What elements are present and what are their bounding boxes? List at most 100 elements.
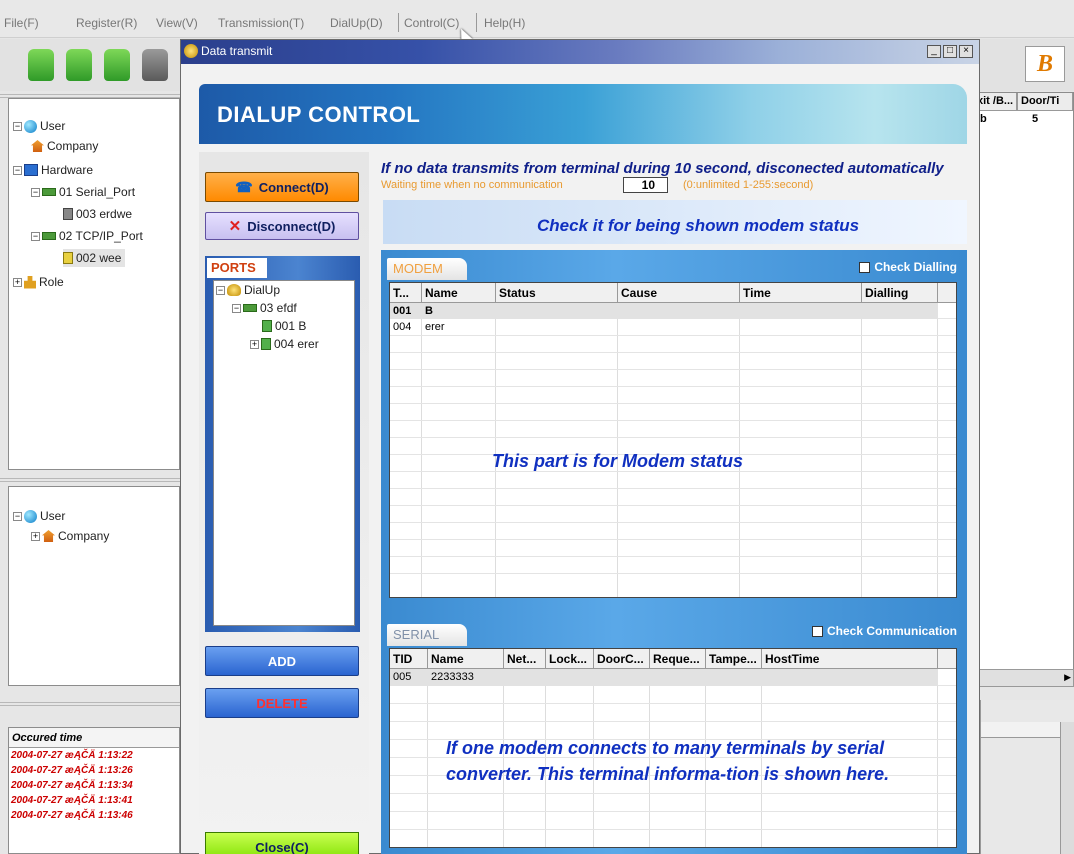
- wait-time-label: Waiting time when no communication: [381, 179, 563, 191]
- column-header[interactable]: T...: [390, 283, 422, 303]
- user-add-icon[interactable]: [28, 49, 54, 81]
- tree-item-terminal[interactable]: 003 erdwe: [63, 205, 132, 223]
- tree-item-terminal-selected[interactable]: 002 wee: [63, 249, 126, 267]
- collapse-icon[interactable]: −: [232, 303, 241, 313]
- expand-icon[interactable]: +: [13, 277, 22, 287]
- column-header[interactable]: DoorC...: [594, 649, 650, 669]
- table-row-selected[interactable]: [390, 303, 938, 319]
- ports-panel: PORTS − DialUp −03 efdf 001 B +004 erer: [205, 256, 360, 632]
- terminal-icon: [262, 320, 272, 332]
- column-header[interactable]: Time: [740, 283, 862, 303]
- tree-item-user[interactable]: − User: [13, 507, 65, 525]
- house-icon: [31, 140, 44, 152]
- tree-label: Role: [39, 275, 64, 289]
- check-communication-checkbox[interactable]: Check Communication: [811, 624, 957, 638]
- tree-item-tcpip-port[interactable]: − 02 TCP/IP_Port: [31, 227, 143, 245]
- grid-line: [861, 303, 862, 597]
- dialog-title: Data transmit: [201, 44, 273, 58]
- tree-label: Hardware: [41, 163, 94, 177]
- column-header[interactable]: TID: [390, 649, 428, 669]
- event-log: Occured time 2004-07-27 æĄČÄ 1:13:22 200…: [8, 727, 180, 854]
- menu-register[interactable]: Register(R): [76, 16, 137, 30]
- tree-item-company[interactable]: Company: [31, 137, 98, 155]
- delete-button[interactable]: DELETE: [205, 688, 359, 718]
- column-header[interactable]: Reque...: [650, 649, 706, 669]
- checkbox-icon[interactable]: [811, 625, 823, 637]
- close-icon[interactable]: ×: [959, 45, 973, 58]
- brand-logo: B: [1025, 46, 1065, 82]
- menu-transmission[interactable]: Transmission(T): [218, 16, 304, 30]
- splitter-grip[interactable]: [0, 476, 180, 484]
- tree-item-terminal[interactable]: 001 B: [262, 317, 306, 335]
- column-header[interactable]: Cause: [618, 283, 740, 303]
- checkbox-icon[interactable]: [859, 261, 871, 273]
- column-header: [938, 283, 956, 303]
- collapse-icon[interactable]: −: [31, 231, 40, 241]
- tree-label: 001 B: [275, 319, 307, 333]
- tree-label: 02 TCP/IP_Port: [59, 229, 143, 243]
- close-button[interactable]: Close(C): [205, 832, 359, 854]
- tree-item-user[interactable]: − User: [13, 117, 65, 135]
- column-header[interactable]: Tampe...: [706, 649, 762, 669]
- add-button[interactable]: ADD: [205, 646, 359, 676]
- splitter-grip[interactable]: [0, 700, 180, 714]
- column-header[interactable]: Dialling: [862, 283, 938, 303]
- collapse-icon[interactable]: −: [13, 165, 22, 175]
- menu-control[interactable]: Control(C): [404, 16, 459, 30]
- column-header[interactable]: Net...: [504, 649, 546, 669]
- menu-dialup[interactable]: DialUp(D): [330, 16, 383, 30]
- modem-status-hint: Check it for being shown modem status: [383, 200, 967, 244]
- wait-time-input[interactable]: 10: [623, 177, 668, 193]
- menu-help[interactable]: Help(H): [484, 16, 525, 30]
- grid-line: [390, 505, 956, 506]
- menu-view[interactable]: View(V): [156, 16, 198, 30]
- disconnect-button[interactable]: ✕ Disconnect(D): [205, 212, 359, 240]
- grid-line: [390, 829, 956, 830]
- maximize-icon[interactable]: □: [943, 45, 957, 58]
- grid-line: [390, 522, 956, 523]
- vertical-scrollbar[interactable]: [1060, 722, 1074, 854]
- collapse-icon[interactable]: −: [13, 511, 22, 521]
- column-header[interactable]: Door/Ti: [1017, 93, 1073, 111]
- minimize-icon[interactable]: _: [927, 45, 941, 58]
- tree-item-company[interactable]: + Company: [31, 527, 109, 545]
- collapse-icon[interactable]: −: [216, 285, 225, 295]
- tree-item-role[interactable]: + Role: [13, 273, 64, 291]
- log-row[interactable]: 2004-07-27 æĄČÄ 1:13:41: [9, 793, 179, 808]
- check-dialling-checkbox[interactable]: Check Dialling: [859, 260, 957, 274]
- horizontal-scrollbar[interactable]: ▶: [972, 669, 1074, 687]
- background-table: xit /B... Door/Ti b 5: [972, 92, 1074, 670]
- user-disabled-icon[interactable]: [142, 49, 168, 81]
- dialog-titlebar[interactable]: Data transmit _ □ ×: [181, 40, 979, 64]
- tree-item-terminal[interactable]: +004 erer: [250, 335, 319, 353]
- connect-button[interactable]: ☎ Connect(D): [205, 172, 359, 202]
- expand-icon[interactable]: +: [31, 531, 40, 541]
- tree-item-serial-port[interactable]: − 01 Serial_Port: [31, 183, 135, 201]
- grid-line: [390, 420, 956, 421]
- collapse-icon[interactable]: −: [31, 187, 40, 197]
- menu-file[interactable]: File(F): [4, 16, 39, 30]
- user-info-icon[interactable]: [104, 49, 130, 81]
- user-delete-icon[interactable]: [66, 49, 92, 81]
- ports-tree: − DialUp −03 efdf 001 B +004 erer: [213, 280, 355, 626]
- menu-bar: File(F) Register(R) View(V) Transmission…: [0, 0, 1074, 44]
- scroll-right-icon[interactable]: ▶: [1064, 672, 1071, 683]
- tree-item-hardware[interactable]: − Hardware: [13, 161, 93, 179]
- tree-label: 01 Serial_Port: [59, 185, 136, 199]
- log-row[interactable]: 2004-07-27 æĄČÄ 1:13:26: [9, 763, 179, 778]
- log-row[interactable]: 2004-07-27 æĄČÄ 1:13:46: [9, 808, 179, 823]
- column-header[interactable]: Name: [428, 649, 504, 669]
- log-header[interactable]: Occured time: [9, 728, 179, 748]
- column-header[interactable]: Status: [496, 283, 618, 303]
- column-header[interactable]: Lock...: [546, 649, 594, 669]
- column-header[interactable]: HostTime: [762, 649, 938, 669]
- tree-item-dialup[interactable]: − DialUp: [216, 281, 280, 299]
- collapse-icon[interactable]: −: [13, 121, 22, 131]
- x-icon: ✕: [228, 218, 242, 235]
- log-row[interactable]: 2004-07-27 æĄČÄ 1:13:22: [9, 748, 179, 763]
- column-header[interactable]: Name: [422, 283, 496, 303]
- grid-line: [390, 539, 956, 540]
- log-row[interactable]: 2004-07-27 æĄČÄ 1:13:34: [9, 778, 179, 793]
- tree-item-port[interactable]: − 03 efdf: [232, 299, 297, 317]
- expand-icon[interactable]: +: [250, 339, 259, 349]
